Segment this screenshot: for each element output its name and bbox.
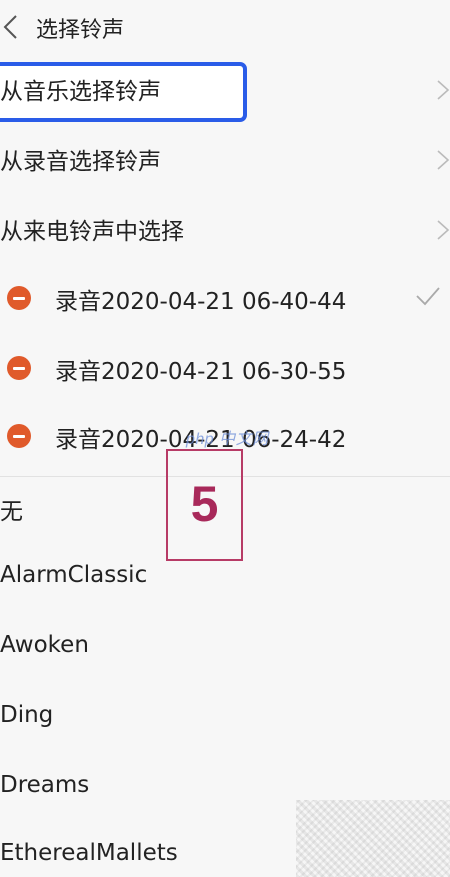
watermark: php 中文网 — [186, 431, 269, 448]
ringtone-item[interactable]: Awoken — [0, 616, 450, 686]
corner-artifact — [296, 800, 450, 877]
source-item-label: 从音乐选择铃声 — [0, 79, 161, 105]
source-item-incoming[interactable]: 从来电铃声中选择 — [0, 196, 450, 266]
ringtone-picker-screen: 选择铃声 从音乐选择铃声 从录音选择铃声 从来电铃声中选择 录音2020-04-… — [0, 0, 450, 877]
recording-label: 录音2020-04-21 06-40-44 — [55, 289, 347, 315]
recording-item[interactable]: 录音2020-04-21 06-40-44 — [0, 266, 450, 336]
chevron-right-icon — [436, 146, 450, 174]
check-icon — [414, 284, 442, 308]
chevron-right-icon — [436, 76, 450, 104]
page-title: 选择铃声 — [36, 18, 125, 43]
recording-label: 录音2020-04-21 06-30-55 — [55, 359, 347, 385]
chevron-left-icon — [3, 15, 17, 39]
ringtone-item[interactable]: Ding — [0, 686, 450, 756]
header-bar: 选择铃声 — [0, 0, 450, 54]
remove-icon[interactable] — [7, 356, 31, 380]
ringtone-label: Awoken — [0, 632, 89, 658]
source-item-label: 从来电铃声中选择 — [0, 219, 184, 245]
ringtone-label: Dreams — [0, 772, 90, 798]
back-button[interactable] — [0, 10, 28, 44]
chevron-right-icon — [436, 216, 450, 244]
recording-item[interactable]: 录音2020-04-21 06-30-55 — [0, 336, 450, 406]
step-number: 5 — [190, 476, 219, 532]
ringtone-label: EtherealMallets — [0, 840, 178, 866]
step-annotation-box: 5 — [166, 449, 243, 561]
ringtone-label: Ding — [0, 702, 54, 728]
ringtone-label: AlarmClassic — [0, 562, 148, 588]
ringtone-label: 无 — [0, 499, 23, 525]
source-item-music[interactable]: 从音乐选择铃声 — [0, 56, 450, 126]
remove-icon[interactable] — [7, 286, 31, 310]
remove-icon[interactable] — [7, 424, 31, 448]
source-item-label: 从录音选择铃声 — [0, 149, 161, 175]
source-item-recording[interactable]: 从录音选择铃声 — [0, 126, 450, 196]
